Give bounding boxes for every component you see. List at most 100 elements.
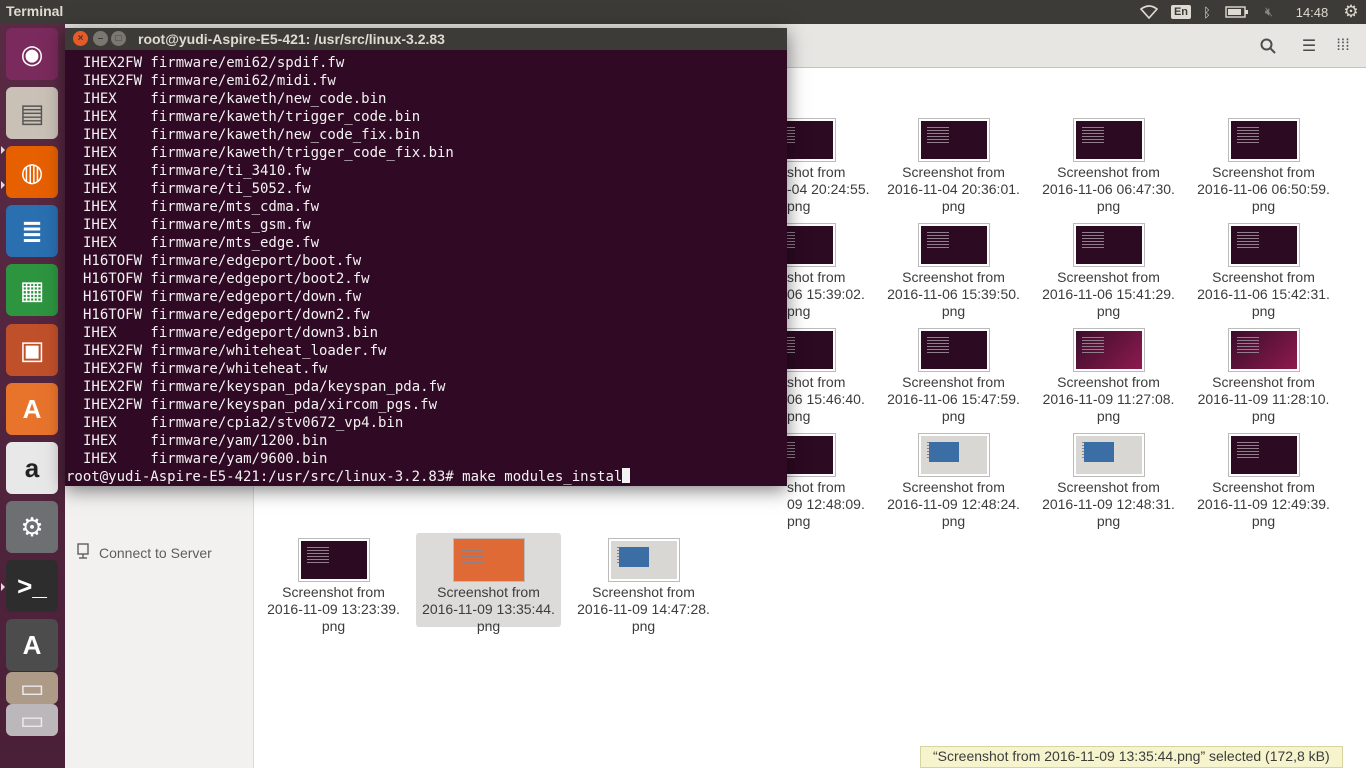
terminal-line: H16TOFW firmware/edgeport/boot.fw xyxy=(83,253,362,269)
file-thumbnail xyxy=(1228,434,1299,476)
file-item[interactable]: shot from 06 15:46:40. png xyxy=(765,323,877,425)
file-item[interactable]: Screenshot from 2016-11-09 12:48:24. png xyxy=(881,428,1026,530)
file-item[interactable]: Screenshot from 2016-11-09 11:27:08. png xyxy=(1036,323,1181,425)
libreoffice-writer-glyph: ≣ xyxy=(21,215,43,246)
file-item[interactable]: shot from 06 15:39:02. png xyxy=(765,218,877,320)
terminal-window[interactable]: × – □ root@yudi-Aspire-E5-421: /usr/src/… xyxy=(65,28,787,486)
terminal-line: IHEX firmware/yam/9600.bin xyxy=(83,451,328,467)
running-indicator xyxy=(1,583,5,591)
clock[interactable]: 14:48 xyxy=(1290,0,1334,24)
file-name: shot from 06 15:39:02. png xyxy=(787,269,865,319)
file-item[interactable]: shot from -04 20:24:55. png xyxy=(765,113,877,215)
terminal-line: IHEX firmware/edgeport/down3.bin xyxy=(83,325,379,341)
keyboard-layout-label: En xyxy=(1170,5,1192,19)
list-view-icon[interactable]: ☰ xyxy=(1294,32,1324,60)
file-name: Screenshot from 2016-11-09 13:23:39. png xyxy=(267,584,400,634)
terminal-prompt: root@yudi-Aspire-E5-421:/usr/src/linux-3… xyxy=(66,469,623,485)
launcher-libreoffice-writer-icon[interactable]: ≣ xyxy=(6,205,58,257)
launcher-libreoffice-impress-icon[interactable]: ▣ xyxy=(6,324,58,376)
file-item[interactable]: Screenshot from 2016-11-09 14:47:28. png xyxy=(571,533,716,635)
file-thumbnail xyxy=(1073,329,1144,371)
launcher-libreoffice-calc-icon[interactable]: ▦ xyxy=(6,264,58,316)
connect-to-server-item[interactable]: Connect to Server xyxy=(77,543,212,562)
maximize-icon[interactable]: □ xyxy=(111,31,126,46)
file-item[interactable]: Screenshot from 2016-11-04 20:36:01. png xyxy=(881,113,1026,215)
file-thumbnail xyxy=(1073,224,1144,266)
search-icon[interactable] xyxy=(1253,32,1283,60)
file-name: Screenshot from 2016-11-06 15:42:31. png xyxy=(1197,269,1330,319)
wifi-icon[interactable] xyxy=(1138,0,1160,24)
software-updater-glyph: A xyxy=(22,629,42,660)
file-thumbnail xyxy=(918,434,989,476)
bluetooth-icon[interactable]: ᛒ xyxy=(1198,0,1216,24)
file-name: shot from -04 20:24:55. png xyxy=(787,164,870,214)
terminal-line: IHEX2FW firmware/whiteheat_loader.fw xyxy=(83,343,387,359)
launcher-trash-icon[interactable]: ▭ xyxy=(6,704,58,736)
firefox-glyph: ◍ xyxy=(20,156,44,187)
terminal-glyph: >_ xyxy=(17,570,47,601)
launcher: ◉ ▤ ◍ ≣ ▦ ▣ Aa ⚙ >_ A ▭ ▭ xyxy=(0,24,65,768)
volume-muted-icon[interactable]: 🔇︎ xyxy=(1258,0,1280,24)
launcher-ubuntu-dash-icon[interactable]: ◉ xyxy=(6,28,58,80)
text-cursor xyxy=(622,468,631,483)
launcher-terminal-icon[interactable]: >_ xyxy=(6,560,58,612)
file-item[interactable]: Screenshot from 2016-11-09 12:48:31. png xyxy=(1036,428,1181,530)
terminal-line: IHEX2FW firmware/whiteheat.fw xyxy=(83,361,328,377)
libreoffice-calc-glyph: ▦ xyxy=(19,274,45,305)
launcher-system-settings-icon[interactable]: ⚙ xyxy=(6,501,58,553)
file-thumbnail xyxy=(1073,434,1144,476)
file-thumbnail xyxy=(608,539,679,581)
file-item[interactable]: Screenshot from 2016-11-06 15:47:59. png xyxy=(881,323,1026,425)
file-item[interactable]: Screenshot from 2016-11-06 06:50:59. png xyxy=(1191,113,1336,215)
terminal-line: IHEX firmware/kaweth/new_code.bin xyxy=(83,91,387,107)
launcher-image-viewer-icon[interactable]: ▭ xyxy=(6,672,58,704)
file-item[interactable]: Screenshot from 2016-11-06 15:39:50. png xyxy=(881,218,1026,320)
file-thumbnail xyxy=(918,329,989,371)
launcher-software-updater-icon[interactable]: A xyxy=(6,619,58,671)
file-thumbnail xyxy=(918,119,989,161)
connect-to-server-label: Connect to Server xyxy=(99,544,212,561)
file-name: Screenshot from 2016-11-04 20:36:01. png xyxy=(887,164,1020,214)
file-thumbnail xyxy=(1228,119,1299,161)
file-item[interactable]: Screenshot from 2016-11-09 13:35:44. png xyxy=(416,533,561,634)
battery-icon[interactable] xyxy=(1224,0,1250,24)
launcher-firefox-icon[interactable]: ◍ xyxy=(6,146,58,198)
grid-view-icon[interactable]: ⁞⁞⁞ xyxy=(1328,32,1358,60)
file-name: Screenshot from 2016-11-09 14:47:28. png xyxy=(577,584,710,634)
image-viewer-glyph: ▭ xyxy=(19,672,45,703)
terminal-line: IHEX firmware/kaweth/trigger_code_fix.bi… xyxy=(83,145,454,161)
launcher-software-center-icon[interactable]: A xyxy=(6,383,58,435)
file-item[interactable]: Screenshot from 2016-11-09 12:49:39. png xyxy=(1191,428,1336,530)
file-thumbnail xyxy=(1228,329,1299,371)
launcher-files-icon[interactable]: ▤ xyxy=(6,87,58,139)
file-name: shot from 06 15:46:40. png xyxy=(787,374,865,424)
file-name: Screenshot from 2016-11-06 06:50:59. png xyxy=(1197,164,1330,214)
file-thumbnail xyxy=(918,224,989,266)
libreoffice-impress-glyph: ▣ xyxy=(19,334,45,365)
terminal-output[interactable]: IHEX2FW firmware/emi62/spdif.fw IHEX2FW f… xyxy=(65,54,787,486)
terminal-titlebar[interactable]: × – □ root@yudi-Aspire-E5-421: /usr/src/… xyxy=(65,28,787,50)
minimize-icon[interactable]: – xyxy=(93,31,108,46)
terminal-line: IHEX firmware/mts_cdma.fw xyxy=(83,199,320,215)
launcher-amazon-icon[interactable]: a xyxy=(6,442,58,494)
file-item[interactable]: shot from 09 12:48:09. png xyxy=(765,428,877,530)
system-gear-icon[interactable]: ⚙ xyxy=(1340,0,1362,24)
active-app-title: Terminal xyxy=(6,3,64,19)
file-item[interactable]: Screenshot from 2016-11-06 06:47:30. png xyxy=(1036,113,1181,215)
file-item[interactable]: Screenshot from 2016-11-06 15:41:29. png xyxy=(1036,218,1181,320)
selection-status: “Screenshot from 2016-11-09 13:35:44.png… xyxy=(920,746,1343,768)
file-thumbnail xyxy=(1073,119,1144,161)
file-item[interactable]: Screenshot from 2016-11-09 11:28:10. png xyxy=(1191,323,1336,425)
trash-glyph: ▭ xyxy=(19,704,45,735)
file-item[interactable]: Screenshot from 2016-11-06 15:42:31. png xyxy=(1191,218,1336,320)
close-icon[interactable]: × xyxy=(73,31,88,46)
file-item[interactable]: Screenshot from 2016-11-09 13:23:39. png xyxy=(261,533,406,635)
terminal-line: H16TOFW firmware/edgeport/down.fw xyxy=(83,289,362,305)
terminal-line: IHEX firmware/mts_edge.fw xyxy=(83,235,320,251)
file-name: Screenshot from 2016-11-09 12:48:31. png xyxy=(1042,479,1175,529)
keyboard-layout-indicator[interactable]: En xyxy=(1170,0,1192,24)
terminal-line: IHEX2FW firmware/emi62/midi.fw xyxy=(83,73,336,89)
file-name: Screenshot from 2016-11-06 15:41:29. png xyxy=(1042,269,1175,319)
file-name: Screenshot from 2016-11-09 11:27:08. png xyxy=(1042,374,1175,424)
terminal-prompt-line[interactable]: root@yudi-Aspire-E5-421:/usr/src/linux-3… xyxy=(66,468,787,486)
